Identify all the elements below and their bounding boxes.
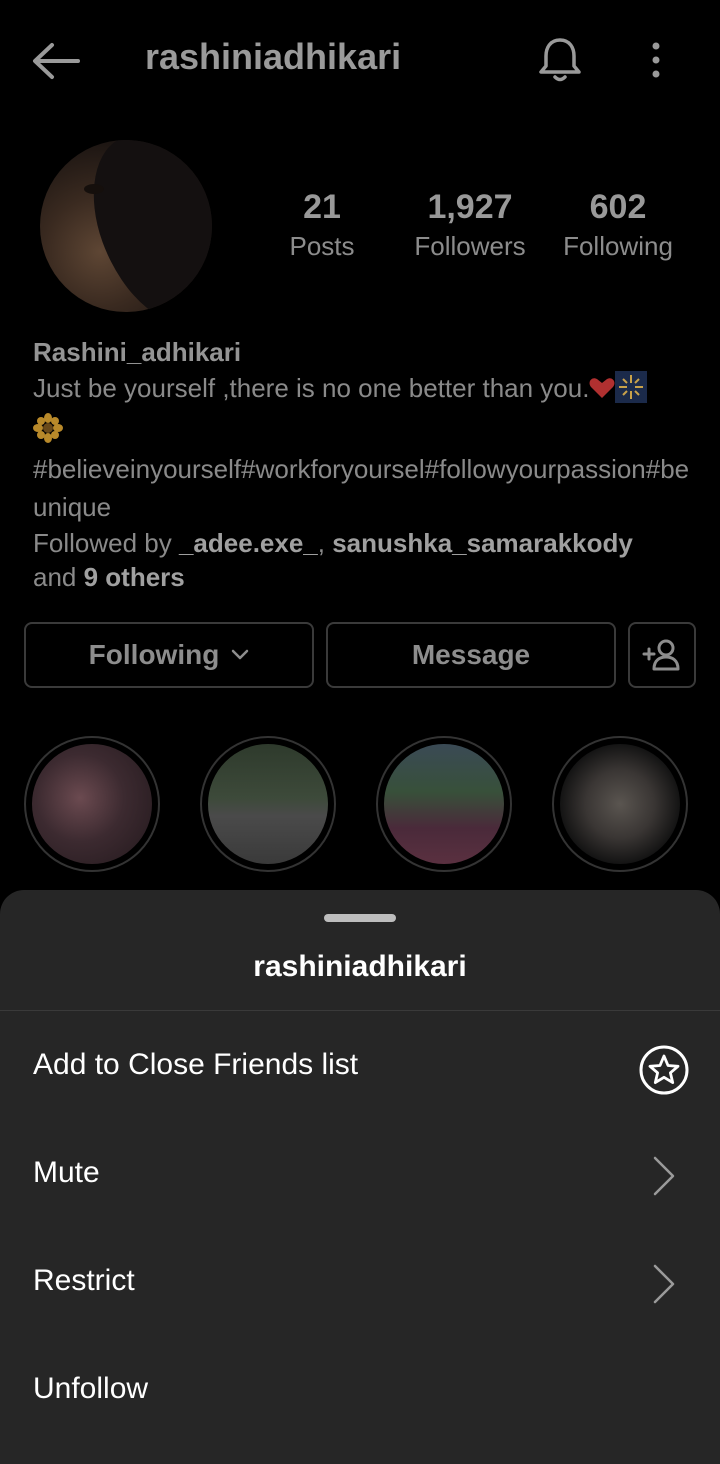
followed-by-user-2[interactable]: sanushka_samarakkody — [332, 528, 633, 558]
chevron-right-icon — [653, 1264, 675, 1304]
star-circle-icon — [639, 1045, 689, 1095]
posts-stat[interactable]: 21 Posts — [272, 188, 372, 262]
sheet-divider — [0, 1010, 720, 1011]
option-label: Restrict — [33, 1264, 135, 1297]
bio-emoji-line — [33, 408, 693, 448]
following-button[interactable]: Following — [24, 622, 314, 688]
option-label: Mute — [33, 1156, 100, 1189]
following-label: Following — [563, 231, 673, 261]
profile-display-name: Rashini_adhikari — [33, 337, 242, 367]
following-button-label: Following — [88, 639, 220, 670]
story-highlight-3[interactable] — [376, 736, 512, 872]
option-mute[interactable]: Mute — [0, 1120, 720, 1228]
avatar-eye-shape — [84, 184, 104, 194]
posts-label: Posts — [289, 231, 355, 261]
options-bottom-sheet: rashiniadhikari Add to Close Friends lis… — [0, 890, 720, 1464]
followed-by-others[interactable]: 9 others — [84, 562, 185, 592]
message-button[interactable]: Message — [326, 622, 616, 688]
heart-emoji-icon — [589, 378, 615, 398]
chevron-down-icon — [232, 649, 249, 660]
top-bar: rashiniadhikari — [0, 0, 720, 118]
followers-stat[interactable]: 1,927 Followers — [400, 188, 540, 262]
followed-by-others-line[interactable]: and 9 others — [33, 560, 693, 594]
option-label: Add to Close Friends list — [33, 1048, 359, 1081]
suggested-users-button[interactable] — [628, 622, 696, 688]
story-highlight-4[interactable] — [552, 736, 688, 872]
bio-text-line: Just be yourself ,there is no one better… — [33, 368, 693, 408]
bio-hashtags[interactable]: #believeinyourself#workforyoursel#follow… — [33, 450, 693, 526]
profile-bio: Rashini_adhikari Just be yourself ,there… — [33, 336, 693, 594]
followers-count: 1,927 — [427, 188, 513, 226]
highlight-2-cover-image — [208, 744, 328, 864]
story-highlight-1[interactable] — [24, 736, 160, 872]
highlight-3-cover-image — [384, 744, 504, 864]
highlight-4-cover-image — [560, 744, 680, 864]
posts-count: 21 — [303, 188, 341, 226]
story-highlight-2[interactable] — [200, 736, 336, 872]
bell-icon[interactable] — [536, 34, 584, 84]
chevron-right-icon — [653, 1156, 675, 1196]
followed-by-prefix: Followed by — [33, 528, 179, 558]
flower-emoji-icon — [33, 413, 63, 443]
sheet-drag-handle[interactable] — [324, 914, 396, 922]
fireworks-emoji-icon — [615, 371, 648, 403]
followed-by-user-1[interactable]: _adee.exe_ — [179, 528, 318, 558]
profile-username-title: rashiniadhikari — [145, 36, 402, 77]
option-label: Unfollow — [33, 1372, 149, 1405]
option-unfollow[interactable]: Unfollow — [0, 1336, 720, 1444]
option-add-close-friends[interactable]: Add to Close Friends list — [0, 1012, 720, 1120]
profile-avatar[interactable] — [40, 140, 212, 312]
profile-screen: rashiniadhikari 21 Posts 1,927 Followers… — [0, 0, 720, 1464]
followers-label: Followers — [414, 231, 526, 261]
following-count: 602 — [589, 188, 647, 226]
followed-by-separator: , — [317, 528, 333, 558]
more-options-icon[interactable] — [640, 38, 672, 82]
followed-by-text[interactable]: Followed by _adee.exe_, sanushka_samarak… — [33, 526, 693, 560]
following-stat[interactable]: 602 Following — [556, 188, 680, 262]
highlight-1-cover-image — [32, 744, 152, 864]
option-restrict[interactable]: Restrict — [0, 1228, 720, 1336]
bio-text: Just be yourself ,there is no one better… — [33, 373, 590, 403]
avatar-hair-shape — [71, 140, 212, 312]
back-arrow-icon[interactable] — [30, 40, 82, 82]
followed-by-and: and — [33, 562, 84, 592]
sheet-title: rashiniadhikari — [253, 950, 467, 983]
add-person-icon — [642, 639, 680, 671]
message-button-label: Message — [411, 639, 531, 670]
